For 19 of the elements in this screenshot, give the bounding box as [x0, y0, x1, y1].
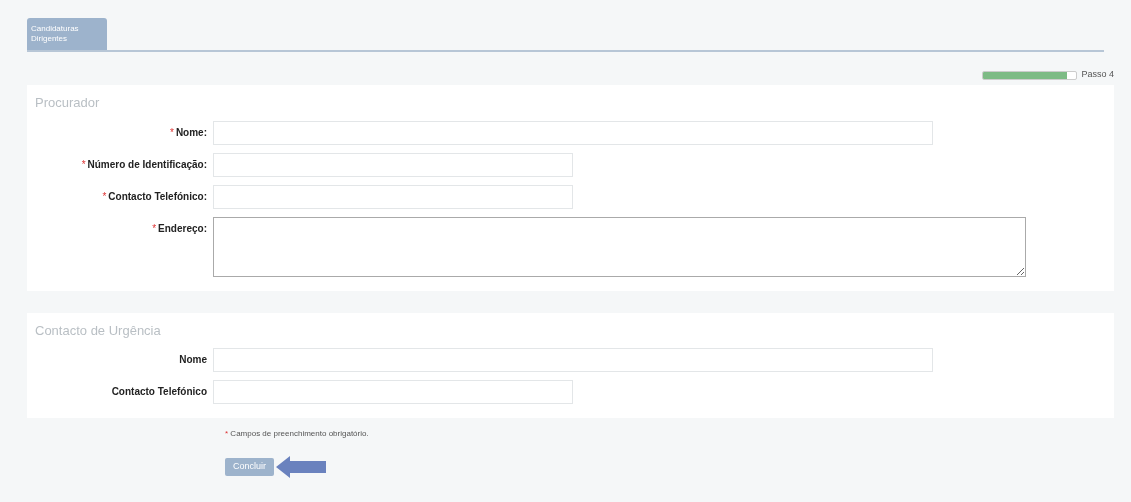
section-title: Procurador — [35, 94, 101, 112]
conclude-button[interactable]: Concluir — [225, 458, 274, 476]
field-label: * Nome: — [169, 125, 207, 140]
field-label: Nome — [179, 353, 207, 367]
arrow-icon — [276, 456, 326, 478]
required-note: * Campos de preenchimento obrigatório. — [225, 428, 370, 440]
text-field[interactable] — [213, 348, 933, 372]
text-field[interactable] — [213, 380, 573, 404]
text-field[interactable] — [213, 184, 573, 209]
section-title: Contacto de Urgência — [35, 321, 162, 340]
field-label: * Contacto Telefónico: — [102, 189, 207, 204]
step-label: Passo 4 — [1081, 68, 1114, 82]
field-label: * Número de Identificação: — [81, 157, 207, 172]
text-area[interactable] — [213, 216, 1026, 277]
field-label: * Endereço: — [152, 221, 207, 236]
field-label: Contacto Telefónico — [111, 385, 207, 399]
tab[interactable]: Candidaturas Dirigentes — [27, 18, 107, 50]
text-field[interactable] — [213, 120, 933, 145]
text-field[interactable] — [213, 152, 573, 177]
